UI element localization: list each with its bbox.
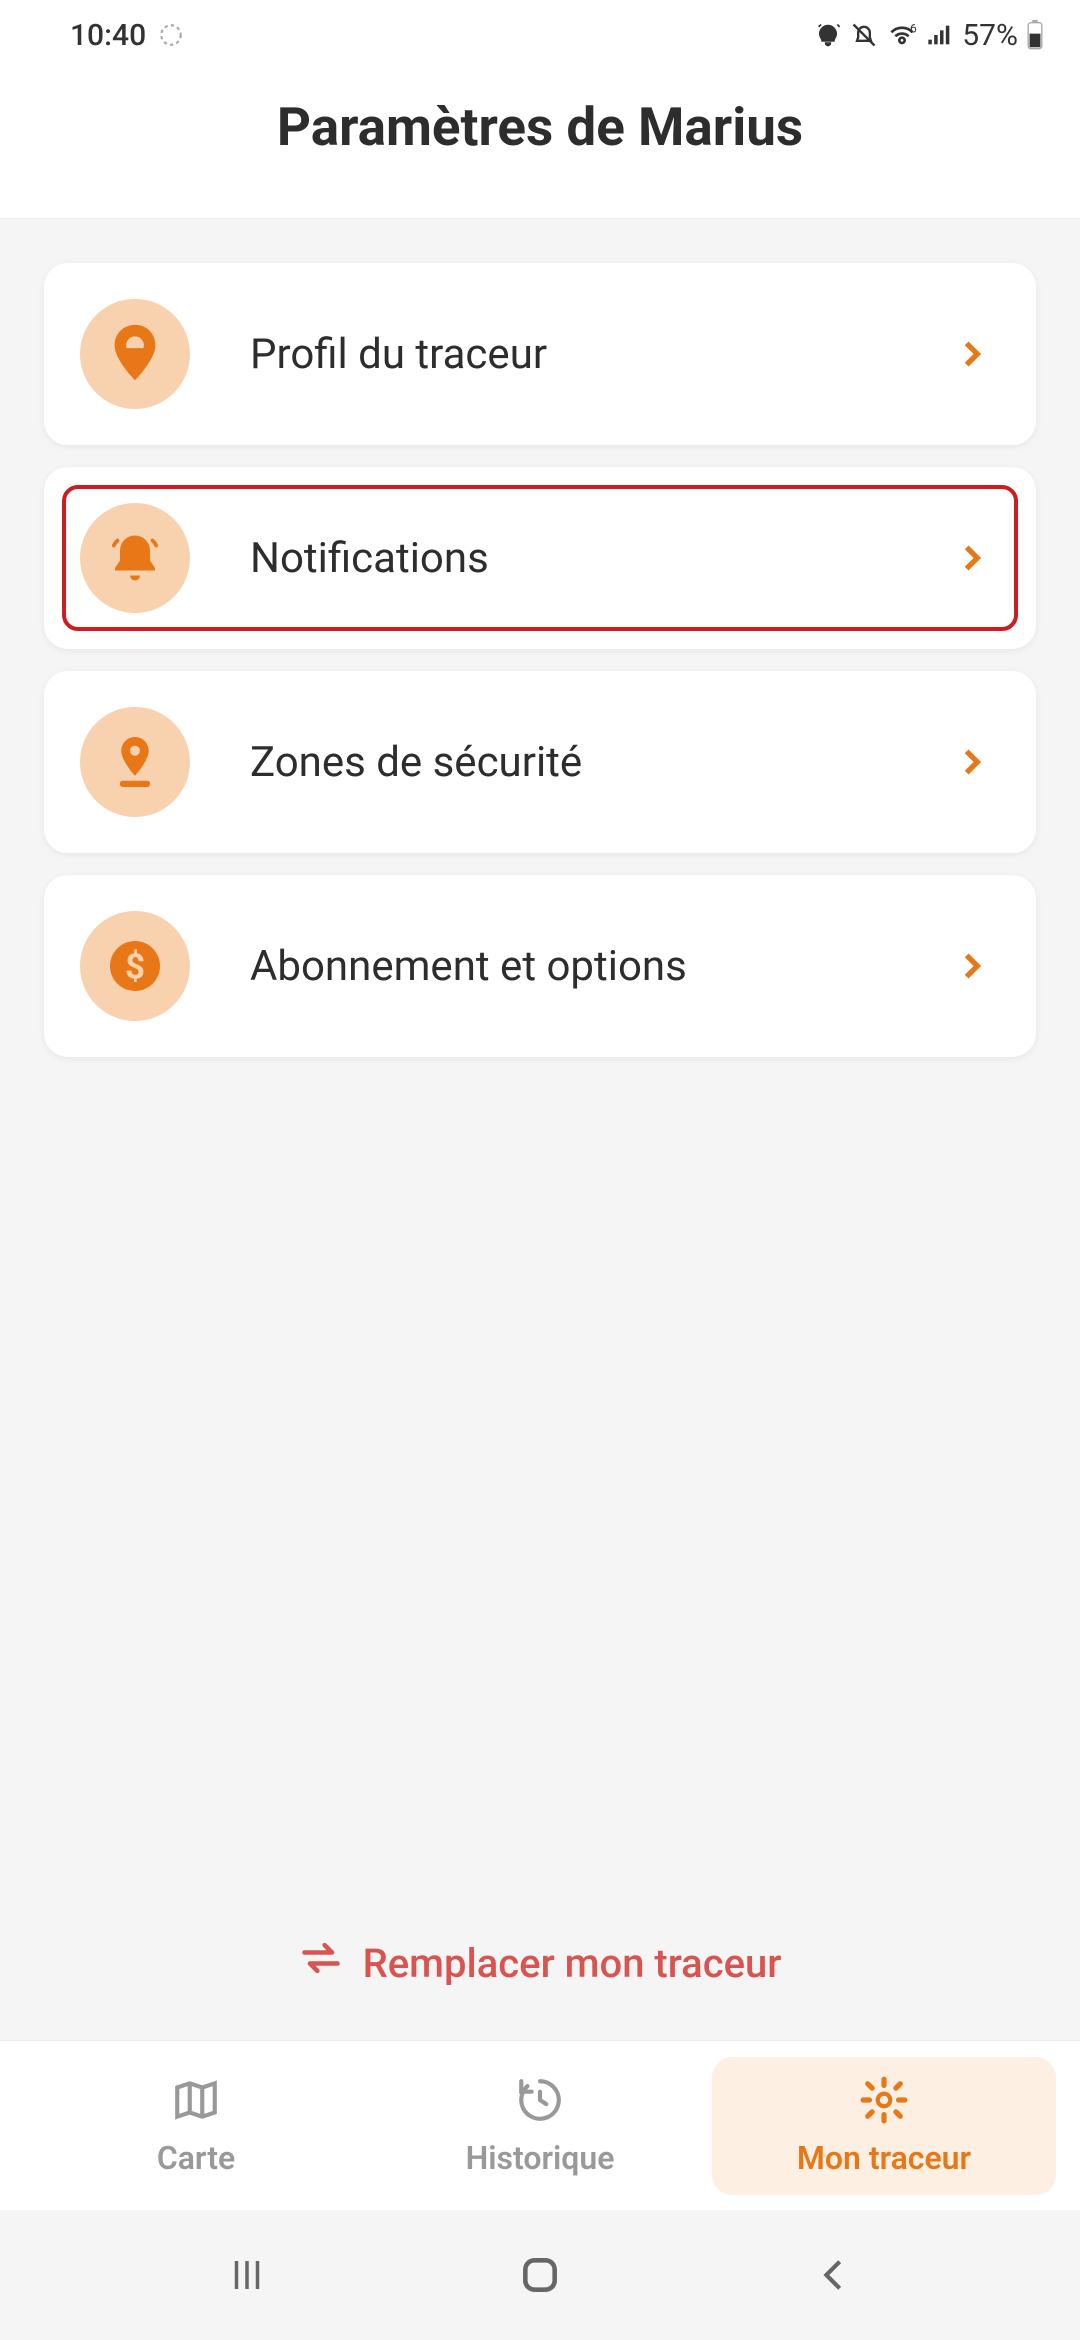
history-icon (515, 2075, 565, 2125)
os-home-button[interactable] (510, 2245, 570, 2305)
chevron-right-icon (956, 542, 988, 574)
os-recent-button[interactable] (217, 2245, 277, 2305)
status-bar: 10:40 6 57% (0, 0, 1080, 70)
pin-icon (80, 299, 190, 409)
alarm-icon (814, 21, 842, 49)
gear-icon (859, 2075, 909, 2125)
battery-percent: 57% (962, 18, 1018, 53)
nav-label: Mon traceur (797, 2139, 971, 2177)
status-time: 10:40 (70, 18, 146, 53)
dollar-icon: $ (80, 911, 190, 1021)
menu-label: Zones de sécurité (250, 738, 896, 787)
menu-item-zones[interactable]: Zones de sécurité (44, 671, 1036, 853)
wifi-icon: 6 (886, 19, 918, 51)
loading-icon (158, 22, 184, 48)
menu-item-profile[interactable]: Profil du traceur (44, 263, 1036, 445)
map-icon (171, 2075, 221, 2125)
settings-list: Profil du traceur Notifications Zones de… (0, 219, 1080, 1057)
svg-text:6: 6 (910, 21, 917, 35)
page-header: Paramètres de Marius (0, 70, 1080, 219)
menu-item-notifications[interactable]: Notifications (44, 467, 1036, 649)
battery-icon (1026, 20, 1044, 50)
chevron-right-icon (956, 746, 988, 778)
replace-tracker-link[interactable]: Remplacer mon traceur (0, 1936, 1080, 1990)
nav-label: Historique (466, 2139, 615, 2177)
svg-text:$: $ (125, 947, 145, 988)
nav-history[interactable]: Historique (368, 2057, 712, 2195)
os-nav-bar (0, 2210, 1080, 2340)
menu-item-subscription[interactable]: $ Abonnement et options (44, 875, 1036, 1057)
replace-label: Remplacer mon traceur (363, 1940, 782, 1987)
page-title: Paramètres de Marius (0, 96, 1080, 158)
chevron-right-icon (956, 950, 988, 982)
swap-icon (299, 1936, 343, 1990)
os-back-button[interactable] (803, 2245, 863, 2305)
nav-map[interactable]: Carte (24, 2057, 368, 2195)
menu-label: Abonnement et options (250, 942, 896, 991)
chevron-right-icon (956, 338, 988, 370)
bell-icon (80, 503, 190, 613)
vibrate-icon (850, 21, 878, 49)
nav-tracker[interactable]: Mon traceur (712, 2057, 1056, 2195)
nav-label: Carte (157, 2139, 235, 2177)
menu-label: Profil du traceur (250, 330, 896, 379)
menu-label: Notifications (250, 534, 896, 583)
location-icon (80, 707, 190, 817)
bottom-nav: Carte Historique Mon traceur (0, 2040, 1080, 2210)
signal-icon (926, 21, 954, 49)
